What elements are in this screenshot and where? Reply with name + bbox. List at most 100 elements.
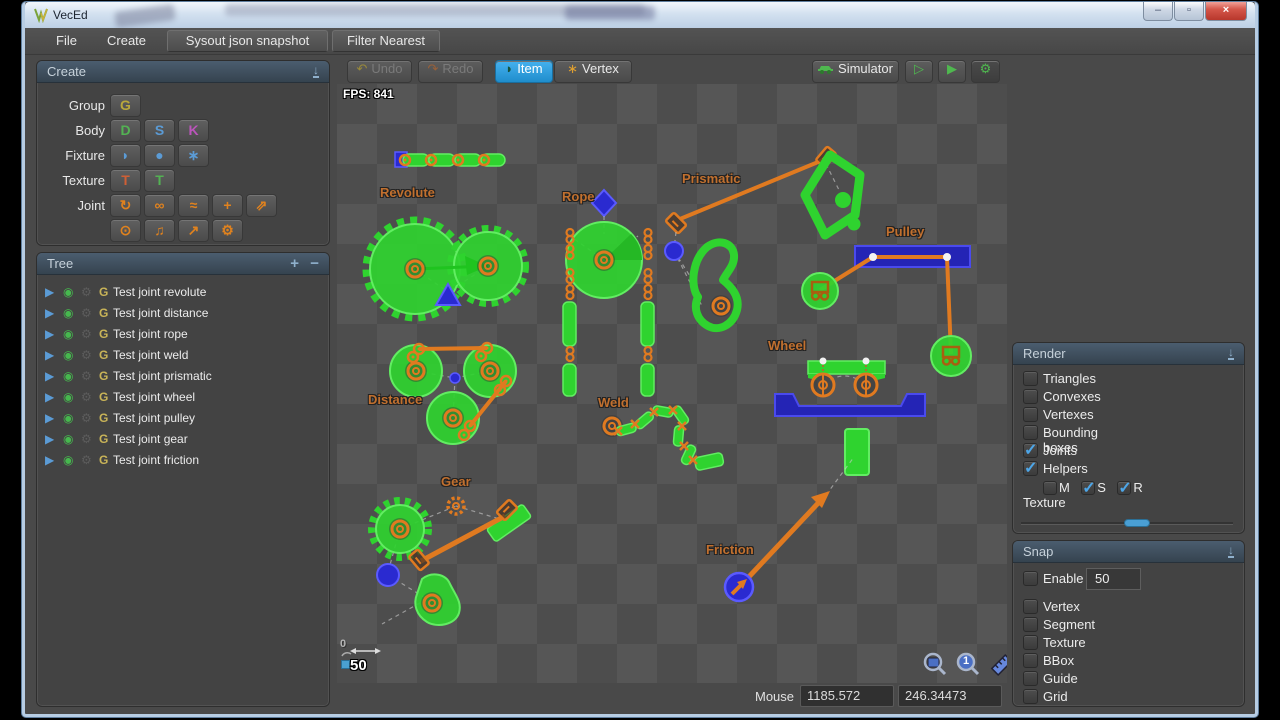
editor-canvas[interactable]: FPS: 841 Revolute Rope Prismatic Pulley …	[337, 84, 1007, 683]
expand-icon[interactable]: ▶	[45, 285, 54, 299]
tree-item[interactable]: ▶ ◉ ⚙ G Test joint distance	[45, 304, 325, 325]
vertex-mode-button[interactable]: ∗ Vertex	[554, 60, 632, 83]
visibility-icon[interactable]: ◉	[63, 327, 73, 341]
mouse-x-field[interactable]: 1185.572	[800, 685, 894, 707]
redo-button[interactable]: ↷ Redo	[418, 60, 483, 83]
tree-item-label[interactable]: Test joint gear	[113, 432, 188, 446]
settings-icon[interactable]: ⚙	[81, 369, 92, 383]
sysout-json-snapshot-button[interactable]: Sysout json snapshot	[167, 30, 328, 52]
create-fixture-chain-button[interactable]: ∗	[178, 144, 209, 167]
step-button[interactable]: ▶	[938, 60, 966, 83]
create-body-kinematic-button[interactable]: K	[178, 119, 209, 142]
checkbox-helper-r[interactable]: ✓	[1117, 480, 1132, 497]
settings-icon[interactable]: ⚙	[81, 453, 92, 467]
checkbox-vertexes[interactable]	[1023, 407, 1038, 422]
expand-icon[interactable]: ▶	[45, 327, 54, 341]
tree-item[interactable]: ▶ ◉ ⚙ G Test joint rope	[45, 325, 325, 346]
mouse-y-field[interactable]: 246.34473	[898, 685, 1002, 707]
expand-icon[interactable]: ▶	[45, 306, 54, 320]
create-body-dynamic-button[interactable]: D	[110, 119, 141, 142]
title-bar[interactable]: VecEd – ▫ ×	[25, 2, 1255, 28]
checkbox-helper-m[interactable]	[1043, 480, 1057, 495]
expand-icon[interactable]: ▶	[45, 348, 54, 362]
tree-item-label[interactable]: Test joint weld	[113, 348, 188, 362]
zoom-fit-button[interactable]	[922, 652, 949, 679]
menu-file[interactable]: File	[56, 33, 77, 48]
tree-item-label[interactable]: Test joint pulley	[113, 411, 195, 425]
texture-slider[interactable]	[1021, 519, 1233, 527]
tree-item-label[interactable]: Test joint revolute	[113, 285, 206, 299]
filter-nearest-button[interactable]: Filter Nearest	[332, 30, 440, 52]
pulley-assembly[interactable]	[801, 245, 972, 377]
tree-item-label[interactable]: Test joint distance	[113, 306, 208, 320]
tree-item[interactable]: ▶ ◉ ⚙ G Test joint friction	[45, 451, 325, 472]
rope-assembly[interactable]	[562, 188, 655, 397]
checkbox-convexes[interactable]	[1023, 389, 1038, 404]
expand-icon[interactable]: ▶	[45, 369, 54, 383]
collapse-icon[interactable]: ↓	[1228, 544, 1234, 558]
prismatic-assembly[interactable]	[664, 144, 865, 240]
tree-item[interactable]: ▶ ◉ ⚙ G Test joint weld	[45, 346, 325, 367]
visibility-icon[interactable]: ◉	[63, 411, 73, 425]
settings-icon[interactable]: ⚙	[81, 432, 92, 446]
zoom-100-button[interactable]: 1	[955, 652, 982, 679]
create-joint-prismatic-button[interactable]: ⇗	[246, 194, 277, 217]
collapse-icon[interactable]: ↓	[1228, 346, 1234, 360]
create-joint-gear-button[interactable]: ⚙	[212, 219, 243, 242]
expand-icon[interactable]: ▶	[45, 411, 54, 425]
simulator-button[interactable]: Simulator	[812, 60, 899, 83]
create-fixture-polygon-button[interactable]: ◗	[110, 144, 141, 167]
item-mode-button[interactable]: ◗ Item	[495, 60, 553, 83]
visibility-icon[interactable]: ◉	[63, 285, 73, 299]
collapse-icon[interactable]: ↓	[313, 64, 319, 78]
create-fixture-circle-button[interactable]: ●	[144, 144, 175, 167]
visibility-icon[interactable]: ◉	[63, 390, 73, 404]
create-texture-button[interactable]: T	[110, 169, 141, 192]
create-joint-wheel-button[interactable]: ⊙	[110, 219, 141, 242]
settings-icon[interactable]: ⚙	[81, 390, 92, 404]
create-joint-revolute-button[interactable]: ↻	[110, 194, 141, 217]
settings-icon[interactable]: ⚙	[81, 306, 92, 320]
checkbox-snap-vertex[interactable]	[1023, 599, 1038, 614]
checkbox-snap-grid[interactable]	[1023, 689, 1038, 704]
checkbox-bounding-boxes[interactable]	[1023, 425, 1038, 440]
tree-item-label[interactable]: Test joint rope	[113, 327, 188, 341]
tree-item-label[interactable]: Test joint wheel	[113, 390, 195, 404]
create-joint-distance-button[interactable]: ∞	[144, 194, 175, 217]
checkbox-snap-enable[interactable]	[1023, 571, 1038, 586]
gear-assembly[interactable]	[368, 496, 532, 626]
friction-block[interactable]	[844, 428, 870, 476]
visibility-icon[interactable]: ◉	[63, 369, 73, 383]
create-texture-fill-button[interactable]: T	[144, 169, 175, 192]
create-body-static-button[interactable]: S	[144, 119, 175, 142]
ruler-button[interactable]	[988, 652, 1007, 679]
tree-item[interactable]: ▶ ◉ ⚙ G Test joint prismatic	[45, 367, 325, 388]
expand-icon[interactable]: ▶	[45, 453, 54, 467]
minimize-button[interactable]: –	[1143, 2, 1173, 21]
visibility-icon[interactable]: ◉	[63, 453, 73, 467]
tree-item[interactable]: ▶ ◉ ⚙ G Test joint revolute	[45, 283, 325, 304]
create-joint-pulley-button[interactable]: ♫	[144, 219, 175, 242]
sim-settings-button[interactable]: ⚙	[971, 60, 1000, 83]
settings-icon[interactable]: ⚙	[81, 348, 92, 362]
checkbox-helper-s[interactable]: ✓	[1081, 480, 1096, 497]
menu-create[interactable]: Create	[107, 33, 146, 48]
undo-button[interactable]: ↶ Undo	[347, 60, 412, 83]
close-button[interactable]: ×	[1205, 2, 1247, 21]
tree-add-icon[interactable]: +	[290, 255, 299, 272]
create-joint-friction-button[interactable]: ↗	[178, 219, 209, 242]
snap-value-field[interactable]: 50	[1086, 568, 1141, 590]
checkbox-snap-guide[interactable]	[1023, 671, 1038, 686]
checkbox-triangles[interactable]	[1023, 371, 1038, 386]
settings-icon[interactable]: ⚙	[81, 285, 92, 299]
checkbox-joints[interactable]: ✓	[1023, 442, 1038, 459]
checkbox-snap-texture[interactable]	[1023, 635, 1038, 650]
tree-remove-icon[interactable]: −	[310, 255, 319, 272]
create-joint-rope-button[interactable]: ≈	[178, 194, 209, 217]
slider-handle[interactable]	[1124, 519, 1150, 527]
vase-body[interactable]	[664, 231, 742, 333]
revolute-gears[interactable]	[362, 216, 529, 322]
wheel-car[interactable]	[774, 357, 926, 417]
tree-item[interactable]: ▶ ◉ ⚙ G Test joint wheel	[45, 388, 325, 409]
tree-item[interactable]: ▶ ◉ ⚙ G Test joint gear	[45, 430, 325, 451]
